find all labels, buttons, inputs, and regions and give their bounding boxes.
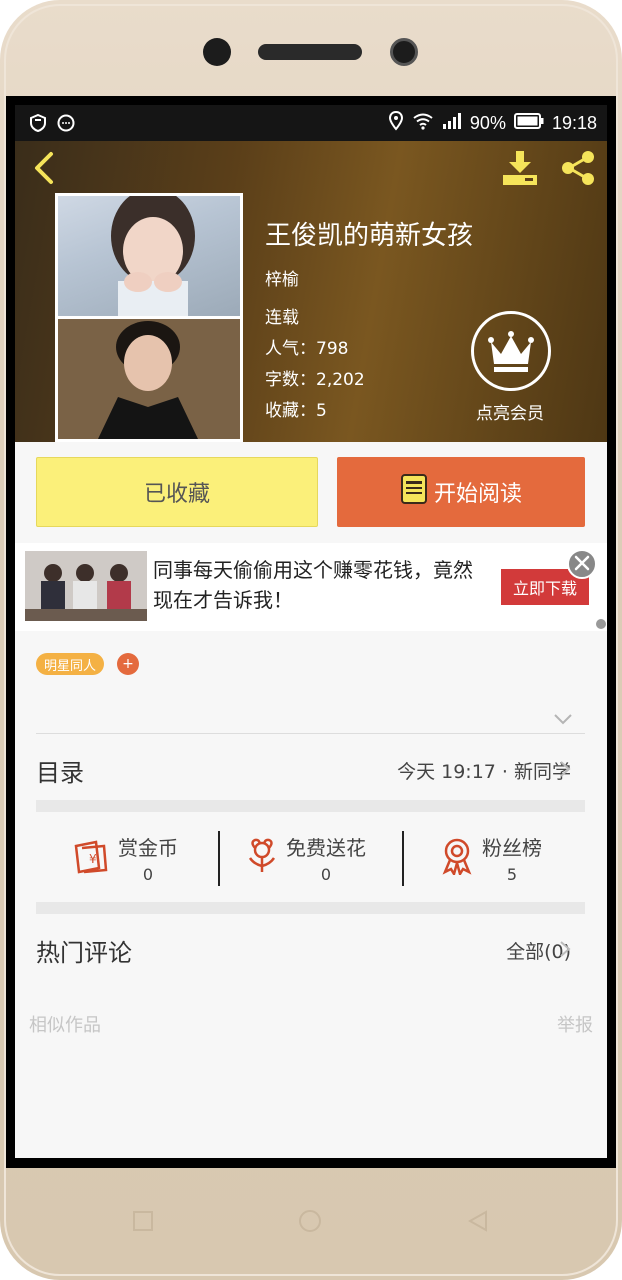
start-reading-button[interactable]: 开始阅读 [337, 457, 585, 527]
interaction-stats: ¥ 赏金币 0 免费送花 0 粉丝榜 5 [36, 823, 585, 893]
share-button[interactable] [559, 149, 597, 187]
svg-text:¥: ¥ [89, 852, 97, 866]
divider [36, 733, 585, 734]
crown-icon [474, 331, 548, 392]
reward-coin-label: 赏金币 [118, 836, 178, 860]
popularity-line: 人气：798 [265, 339, 349, 359]
medal-icon [440, 837, 474, 879]
collected-button[interactable]: 已收藏 [36, 457, 318, 527]
wifi-icon [412, 112, 434, 135]
share-icon [559, 151, 597, 191]
tag-label: 明星同人 [44, 658, 97, 674]
location-icon [388, 110, 404, 136]
ad-banner[interactable]: 同事每天偷偷用这个赚零花钱，竟然现在才告诉我！ 立即下载 [15, 543, 607, 631]
section-separator [36, 902, 585, 914]
start-reading-label: 开始阅读 [433, 482, 522, 507]
toc-title[interactable]: 目录 [36, 753, 84, 788]
favorites-line: 收藏：5 [265, 401, 327, 421]
add-tag-label: + [122, 656, 134, 672]
collected-label: 已收藏 [143, 482, 210, 507]
ad-close-button[interactable] [567, 549, 597, 579]
fan-ranking-value: 5 [506, 865, 518, 884]
cover-photo-boy [58, 319, 240, 439]
book-author[interactable]: 梓榆 [265, 265, 299, 290]
battery-percent: 90% [469, 113, 506, 133]
circle-icon [298, 1210, 322, 1237]
ad-text[interactable]: 同事每天偷偷用这个赚零花钱，竟然现在才告诉我！ [153, 555, 483, 615]
hot-comments-title: 热门评论 [36, 939, 132, 967]
ad-image [25, 551, 147, 621]
book-icon [400, 473, 428, 511]
ad-info-dot[interactable] [596, 619, 606, 629]
recent-apps-button[interactable] [132, 1210, 154, 1236]
back-nav-button[interactable] [466, 1209, 490, 1237]
chevron-right-icon [559, 941, 571, 962]
clock: 19:18 [551, 113, 597, 133]
book-title: 王俊凯的萌新女孩 [265, 221, 474, 251]
screen: 90% 19:18 王俊凯的萌新女孩 梓榆 连载 人气：798 字数：2,202… [15, 105, 607, 1158]
chevron-down-icon [553, 711, 573, 730]
reward-coin-icon: ¥ [72, 838, 110, 878]
reward-coin-stat[interactable]: ¥ 赏金币 0 [72, 823, 178, 893]
section-separator [36, 800, 585, 812]
book-status: 连载 [265, 308, 299, 328]
flower-icon [246, 838, 278, 878]
download-icon [501, 151, 539, 191]
popularity-value: 798 [316, 339, 349, 359]
hardware-navbar [0, 1180, 622, 1260]
earpiece-speaker [258, 44, 362, 60]
stat-divider [218, 831, 220, 886]
signal-icon [442, 112, 462, 135]
reward-coin-value: 0 [142, 865, 154, 884]
shield-icon [29, 113, 47, 137]
home-button[interactable] [298, 1209, 322, 1237]
front-camera [390, 38, 418, 66]
flower-stat[interactable]: 免费送花 0 [246, 823, 366, 893]
ad-download-label: 立即下载 [512, 579, 577, 598]
expand-button[interactable] [553, 711, 573, 725]
download-button[interactable] [501, 149, 539, 187]
square-icon [132, 1211, 154, 1236]
word-count-label: 字数 [265, 370, 299, 390]
toc-chevron[interactable] [559, 760, 571, 778]
comments-chevron[interactable] [559, 940, 571, 958]
flower-value: 0 [320, 865, 332, 884]
vip-label[interactable]: 点亮会员 [455, 399, 565, 424]
status-bar: 90% 19:18 [15, 105, 607, 141]
add-tag-button[interactable]: + [117, 653, 139, 675]
fan-ranking-label: 粉丝榜 [482, 836, 542, 860]
battery-icon [513, 113, 544, 134]
flower-label: 免费送花 [286, 836, 366, 860]
favorites-label: 收藏 [265, 401, 299, 421]
similar-works-label: 相似作品 [29, 1015, 101, 1036]
fan-ranking-stat[interactable]: 粉丝榜 5 [440, 823, 542, 893]
book-cover [55, 193, 243, 442]
toc-latest-chapter[interactable]: 今天 19:17 · 新同学 [397, 757, 571, 784]
popularity-label: 人气 [265, 339, 299, 359]
close-icon [574, 552, 590, 576]
tag-chip[interactable]: 明星同人 [36, 653, 105, 675]
cover-photo-girl [58, 196, 240, 316]
vip-button[interactable] [471, 311, 551, 391]
message-icon [57, 114, 75, 137]
proximity-sensor [203, 38, 231, 66]
word-count-value: 2,202 [316, 370, 365, 390]
report-button[interactable]: 举报 [557, 1011, 593, 1037]
book-header: 王俊凯的萌新女孩 梓榆 连载 人气：798 字数：2,202 收藏：5 点亮会员 [15, 141, 607, 442]
triangle-back-icon [466, 1210, 490, 1237]
chevron-left-icon [29, 152, 59, 189]
favorites-value: 5 [316, 401, 327, 421]
stat-divider [402, 831, 404, 886]
back-button[interactable] [29, 151, 59, 185]
word-count-line: 字数：2,202 [265, 370, 365, 390]
chevron-right-icon [559, 761, 571, 782]
